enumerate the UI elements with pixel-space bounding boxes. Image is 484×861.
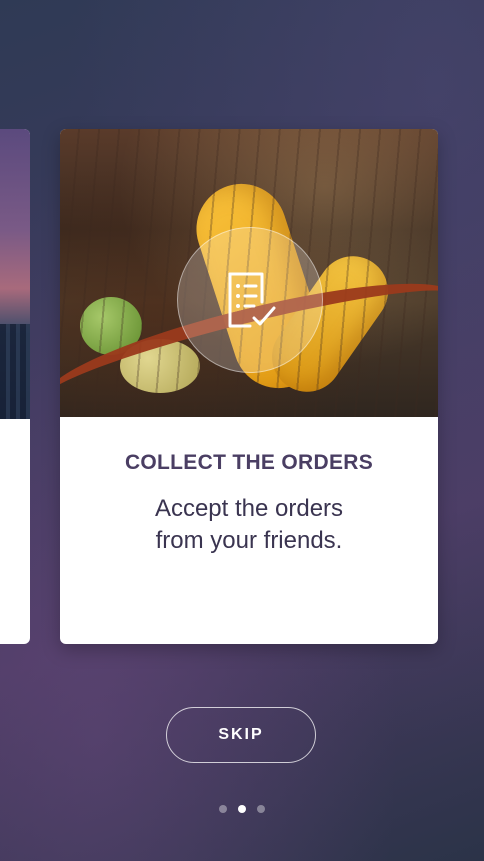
card-description: Accept the orders from your friends. [60,493,438,557]
skip-button[interactable]: SKIP [166,707,316,763]
card-body: COLLECT THE ORDERS Accept the orders fro… [60,417,438,644]
basket-photo [60,129,438,417]
page-indicator [0,805,484,813]
description-line: from your friends. [155,527,343,554]
page-dot-active[interactable] [238,805,246,813]
page-dot[interactable] [219,805,227,813]
page-dot[interactable] [257,805,265,813]
previous-card[interactable] [0,129,30,644]
order-checklist-icon [228,272,276,328]
card-title: COLLECT THE ORDERS [124,451,374,474]
previous-card-image [0,129,30,419]
description-line: Accept the orders [154,495,344,522]
onboarding-card: COLLECT THE ORDERS Accept the orders fro… [60,129,438,644]
icon-badge [177,227,323,373]
city-skyline-image [0,324,30,419]
